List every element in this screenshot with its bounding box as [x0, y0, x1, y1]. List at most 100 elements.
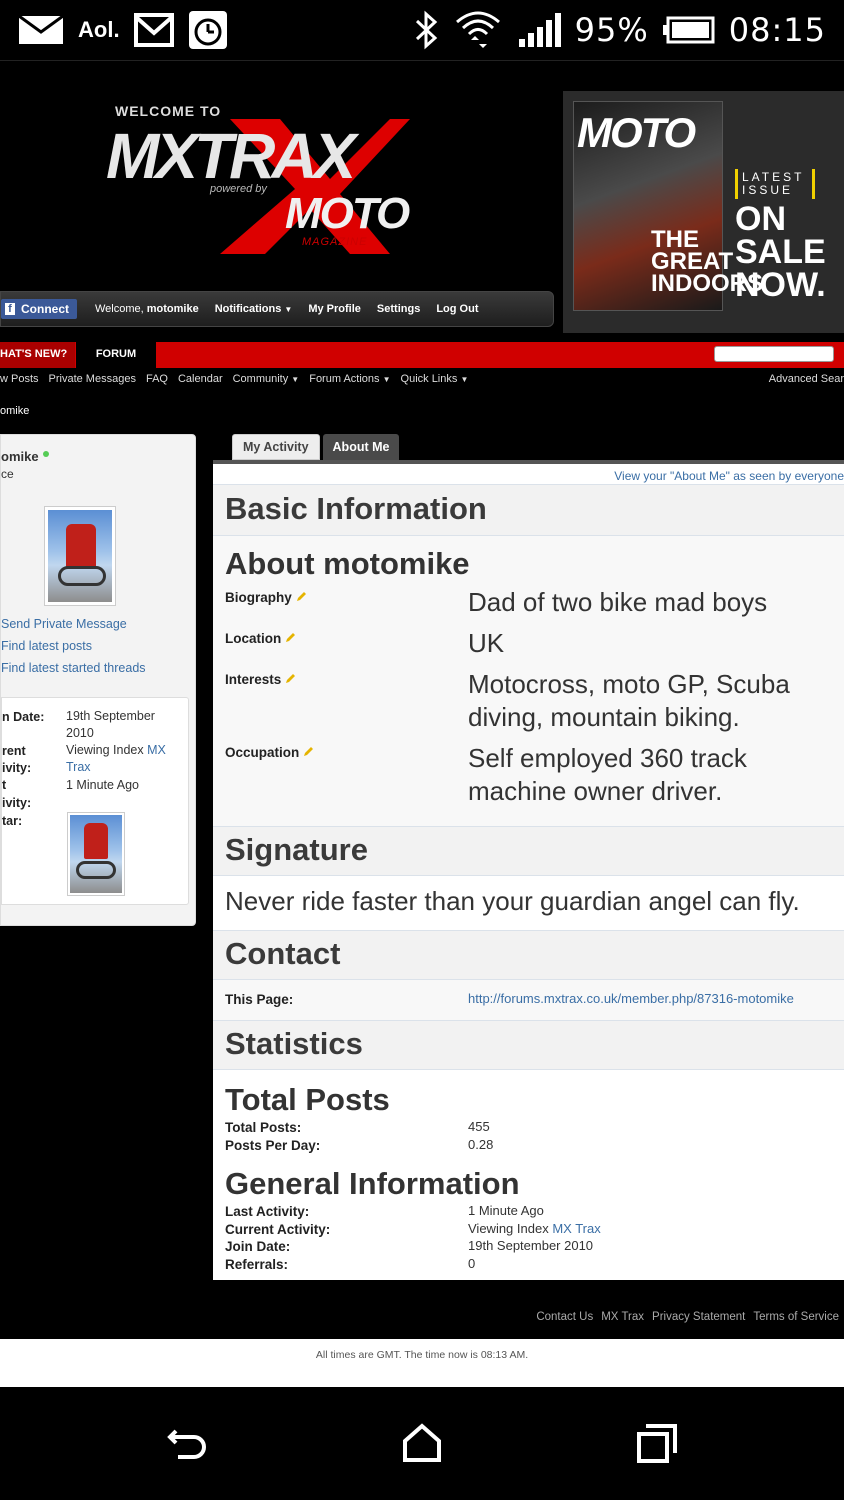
current-activity-label: rent: [2, 744, 26, 758]
posts-per-day-label: Posts Per Day:: [225, 1138, 321, 1153]
tab-forum[interactable]: FORUM: [76, 342, 156, 368]
aol-icon: Aol.: [78, 17, 120, 42]
referrals-value: 0: [468, 1256, 476, 1271]
footer-contact-us[interactable]: Contact Us: [536, 1311, 593, 1323]
signal-icon: [518, 13, 561, 47]
subnav-faq[interactable]: FAQ: [146, 373, 168, 385]
last-activity-value: 1 Minute Ago: [468, 1203, 544, 1218]
view-about-me-link[interactable]: View your "About Me" as seen by everyone: [614, 469, 844, 483]
interests-label: Interests: [225, 672, 296, 687]
current-activity-label: Current Activity:: [225, 1222, 331, 1237]
back-icon[interactable]: [166, 1423, 210, 1463]
subnav-forum-actions[interactable]: Forum Actions ▼: [309, 373, 390, 385]
magazine-ad-banner[interactable]: MOTO THE GREAT INDOORS LATEST ISSUE ON S…: [563, 91, 844, 333]
about-heading: About motomike: [225, 546, 470, 581]
section-statistics: Statistics: [213, 1020, 844, 1070]
notifications-menu[interactable]: Notifications ▼: [215, 303, 293, 315]
this-page-label: This Page:: [225, 992, 294, 1007]
join-date-value: 19th September 2010: [468, 1238, 594, 1253]
subnav-private-messages[interactable]: Private Messages: [49, 373, 136, 385]
footer-links: Contact Us MX Trax Privacy Statement Ter…: [536, 1311, 839, 1323]
profile-picture: [44, 506, 116, 606]
my-profile-link[interactable]: My Profile: [308, 303, 361, 315]
general-information-heading: General Information: [225, 1166, 520, 1201]
pencil-icon[interactable]: [303, 746, 314, 757]
subnav-quick-links[interactable]: Quick Links ▼: [401, 373, 469, 385]
log-out-link[interactable]: Log Out: [436, 303, 478, 315]
sidebar-links: Send Private Message Find latest posts F…: [1, 613, 146, 679]
footer-bar: All times are GMT. The time now is 08:13…: [0, 1339, 844, 1387]
footer-mx-trax[interactable]: MX Trax: [601, 1311, 644, 1323]
signature-block: Never ride faster than your guardian ang…: [213, 876, 844, 930]
contact-block: This Page: http://forums.mxtrax.co.uk/me…: [213, 980, 844, 1020]
signature-heading: Signature: [225, 832, 368, 867]
welcome-label: Welcome, motomike: [95, 303, 199, 315]
user-navbar: f Connect Welcome, motomike Notification…: [0, 291, 554, 327]
tab-about-me[interactable]: About Me: [322, 434, 400, 460]
pencil-icon[interactable]: [296, 591, 307, 602]
status-bar: Aol. 95% 08:15: [0, 0, 844, 60]
battery-icon: [662, 16, 715, 44]
join-date-label: Join Date:: [225, 1239, 291, 1254]
profile-url-link[interactable]: http://forums.mxtrax.co.uk/member.php/87…: [468, 991, 794, 1006]
recent-apps-icon[interactable]: [636, 1423, 678, 1463]
total-posts-heading: Total Posts: [225, 1082, 390, 1117]
footer-time-note: All times are GMT. The time now is 08:13…: [315, 1349, 529, 1361]
current-activity-value: Viewing Index MX Trax: [468, 1221, 601, 1236]
location-label: Location: [225, 631, 296, 646]
mx-trax-link[interactable]: MX Trax: [552, 1221, 600, 1236]
location-value: UK: [468, 628, 505, 658]
current-activity-label-2: ivity:: [2, 761, 32, 775]
ad-cover-title: MOTO: [577, 109, 696, 156]
tab-my-activity[interactable]: My Activity: [232, 434, 320, 460]
email-icon: [18, 15, 64, 44]
subnav-new-posts[interactable]: w Posts: [0, 373, 39, 385]
occupation-value: Self employed 360 track machine owner dr…: [468, 743, 747, 806]
home-icon[interactable]: [402, 1423, 442, 1463]
facebook-connect-button[interactable]: f Connect: [1, 299, 77, 319]
site-header: WELCOME TO MXTRAX powered by MOTO MAGAZI…: [0, 60, 844, 342]
last-activity-value: 1 Minute Ago: [66, 778, 139, 792]
settings-link[interactable]: Settings: [377, 303, 420, 315]
search-input[interactable]: [714, 346, 834, 362]
chevron-down-icon: ▼: [291, 375, 300, 384]
sidebar-mini-stats: n Date: 19th September 2010 rent ivity: …: [1, 697, 189, 905]
statistics-heading: Statistics: [225, 1026, 363, 1061]
send-private-message-link[interactable]: Send Private Message: [1, 613, 146, 635]
pencil-icon[interactable]: [285, 673, 296, 684]
total-posts-value: 455: [468, 1119, 490, 1134]
footer-privacy[interactable]: Privacy Statement: [652, 1311, 745, 1323]
advanced-search-link[interactable]: Advanced Sear: [769, 373, 844, 385]
avatar: [67, 812, 125, 896]
contact-heading: Contact: [225, 936, 341, 971]
logo-mxtrax-text: MXTRAX: [106, 120, 356, 192]
bluetooth-icon: [415, 10, 437, 50]
occupation-label: Occupation: [225, 745, 314, 760]
username-link[interactable]: motomike: [147, 303, 199, 315]
section-signature: Signature: [213, 826, 844, 876]
last-activity-label: t: [2, 778, 7, 792]
subnav-calendar[interactable]: Calendar: [178, 373, 223, 385]
section-basic-information: Basic Information: [213, 484, 844, 536]
ad-latest-issue: LATEST ISSUE: [735, 169, 815, 199]
find-latest-threads-link[interactable]: Find latest started threads: [1, 657, 146, 679]
profile-sidebar: omike ce Send Private Message Find lates…: [0, 434, 196, 926]
forum-subnav: w Posts Private Messages FAQ Calendar Co…: [0, 368, 844, 390]
connect-label: Connect: [21, 302, 69, 316]
find-latest-posts-link[interactable]: Find latest posts: [1, 635, 146, 657]
tab-whats-new[interactable]: HAT'S NEW?: [0, 342, 76, 368]
welcome-to-text: WELCOME TO: [115, 103, 222, 119]
statistics-block: Total Posts Total Posts: 455 Posts Per D…: [213, 1070, 844, 1284]
join-date-label: n Date:: [2, 710, 45, 724]
last-activity-label: Last Activity:: [225, 1204, 310, 1219]
profile-tabs: My Activity About Me: [232, 434, 400, 460]
section-contact: Contact: [213, 930, 844, 980]
subnav-community[interactable]: Community ▼: [233, 373, 300, 385]
powered-by-text: powered by: [210, 183, 267, 195]
facebook-icon: f: [5, 303, 15, 315]
avatar-label: tar:: [2, 814, 23, 828]
footer-terms[interactable]: Terms of Service: [753, 1311, 839, 1323]
posts-per-day-value: 0.28: [468, 1137, 494, 1152]
biography-label: Biography: [225, 590, 307, 605]
pencil-icon[interactable]: [285, 632, 296, 643]
